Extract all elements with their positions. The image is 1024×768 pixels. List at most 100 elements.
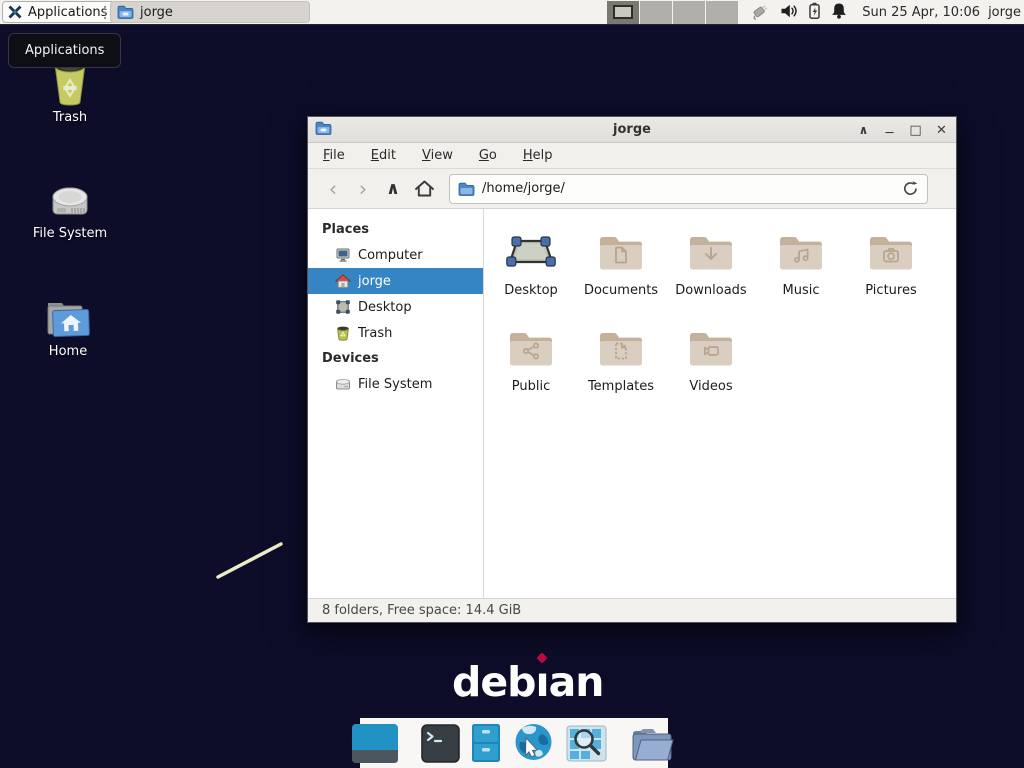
maximize-button[interactable]: □ (907, 123, 924, 138)
folder-item-documents[interactable]: Documents (576, 223, 666, 319)
sidebar-item-desktop[interactable]: Desktop (308, 294, 483, 320)
home-icon (335, 273, 351, 289)
panel-user-menu[interactable]: jorge (988, 0, 1021, 25)
sidebar-item-label: Trash (358, 326, 392, 341)
sidebar-item-label: jorge (358, 274, 391, 289)
dock-web-browser-button[interactable] (512, 722, 555, 765)
menu-go[interactable]: Go (479, 148, 497, 163)
desktop-icon-label: File System (33, 226, 107, 241)
close-button[interactable]: ✕ (933, 123, 950, 138)
volume-icon[interactable] (780, 3, 798, 23)
public-folder-icon (507, 319, 555, 377)
workspace-2[interactable] (640, 1, 673, 24)
sidebar-item-file-system[interactable]: File System (308, 371, 483, 397)
menubar: File Edit View Go Help (308, 143, 956, 169)
back-button[interactable]: ‹ (318, 177, 348, 201)
folder-item-videos[interactable]: Videos (666, 319, 756, 415)
panel-clock[interactable]: Sun 25 Apr, 10:06 (862, 0, 980, 25)
desktop-icon-label: Trash (53, 110, 87, 125)
workspace-3[interactable] (673, 1, 706, 24)
folder-item-music[interactable]: Music (756, 223, 846, 319)
applications-menu-label: Applications (28, 5, 107, 20)
menu-file[interactable]: File (323, 148, 345, 163)
file-cabinet-icon (471, 723, 501, 763)
forward-button[interactable]: › (348, 177, 378, 201)
folder-item-pictures[interactable]: Pictures (846, 223, 936, 319)
pictures-folder-icon (867, 223, 915, 281)
reload-icon (902, 180, 919, 197)
desktop-icon (335, 299, 351, 315)
menu-help[interactable]: Help (523, 148, 553, 163)
templates-folder-icon (597, 319, 645, 377)
sidebar-item-label: Computer (358, 248, 423, 263)
folder-label: Videos (689, 379, 732, 394)
dock-show-desktop-button[interactable] (351, 723, 399, 764)
show-desktop-icon (351, 723, 399, 764)
menu-edit[interactable]: Edit (371, 148, 396, 163)
minimize-button[interactable]: ─ (881, 122, 898, 138)
shade-button[interactable]: ∧ (855, 123, 872, 137)
desktop: Trash File System Home (0, 0, 1024, 768)
drive-icon (46, 172, 94, 222)
dock-app-finder-button[interactable] (566, 725, 607, 762)
sidebar-item-computer[interactable]: Computer (308, 242, 483, 268)
desktop-icon-home[interactable]: Home (20, 290, 116, 359)
workspace-switcher (607, 1, 739, 24)
folder-item-public[interactable]: Public (486, 319, 576, 415)
file-manager-folder-icon (629, 724, 677, 763)
top-panel: Applications jorge (0, 0, 1024, 25)
notification-bell-icon[interactable] (831, 2, 847, 23)
statusbar: 8 folders, Free space: 14.4 GiB (308, 598, 956, 622)
home-folder-icon (43, 290, 93, 340)
sidebar-item-trash[interactable]: Trash (308, 320, 483, 346)
sidebar-item-label: Desktop (358, 300, 412, 315)
folder-label: Documents (584, 283, 658, 298)
workspace-4[interactable] (706, 1, 739, 24)
web-browser-icon (512, 722, 555, 765)
trash-icon (335, 325, 351, 341)
up-button[interactable]: ∧ (378, 177, 408, 201)
videos-folder-icon (687, 319, 735, 377)
workspace-window-preview (613, 5, 633, 19)
terminal-icon (421, 724, 460, 763)
folder-label: Music (783, 283, 820, 298)
folder-item-templates[interactable]: Templates (576, 319, 666, 415)
reload-button[interactable] (902, 180, 919, 197)
menu-view[interactable]: View (422, 148, 453, 163)
places-header: Places (308, 217, 483, 242)
dock-terminal-button[interactable] (421, 724, 460, 763)
taskbar-window-label: jorge (140, 5, 173, 20)
desktop-icon-file-system[interactable]: File System (22, 172, 118, 241)
sidebar-item-jorge[interactable]: jorge (308, 268, 483, 294)
wordmark-i: ı (536, 658, 549, 706)
devices-header: Devices (308, 346, 483, 371)
applications-tooltip: Applications (8, 33, 121, 68)
music-folder-icon (777, 223, 825, 281)
path-bar[interactable]: /home/jorge/ (449, 174, 928, 204)
folder-view: Desktop Documents (484, 209, 956, 598)
stray-line-artifact (208, 536, 290, 586)
dock-file-manager-button[interactable] (629, 724, 677, 763)
path-text[interactable]: /home/jorge/ (482, 181, 902, 196)
home-button[interactable] (408, 179, 440, 198)
workspace-1[interactable] (607, 1, 640, 24)
desktop-icon-label: Home (49, 344, 87, 359)
folder-item-desktop[interactable]: Desktop (486, 223, 576, 319)
documents-folder-icon (597, 223, 645, 281)
folder-label: Templates (588, 379, 654, 394)
applications-menu-icon (7, 4, 23, 20)
debian-wordmark: debıan (452, 658, 603, 706)
folder-label: Downloads (675, 283, 746, 298)
window-titlebar[interactable]: jorge ∧ ─ □ ✕ (308, 117, 956, 143)
folder-item-downloads[interactable]: Downloads (666, 223, 756, 319)
system-tray (750, 0, 847, 25)
file-manager-window: jorge ∧ ─ □ ✕ File Edit View Go Help ‹ ›… (307, 116, 957, 623)
downloads-folder-icon (687, 223, 735, 281)
battery-icon[interactable] (808, 2, 821, 24)
network-plug-icon[interactable] (750, 2, 770, 24)
applications-menu-button[interactable]: Applications (2, 1, 115, 23)
taskbar-window-button[interactable]: jorge (110, 1, 310, 23)
status-text: 8 folders, Free space: 14.4 GiB (322, 603, 521, 618)
dock-file-cabinet-button[interactable] (471, 723, 501, 763)
panel-handle[interactable] (103, 4, 107, 25)
